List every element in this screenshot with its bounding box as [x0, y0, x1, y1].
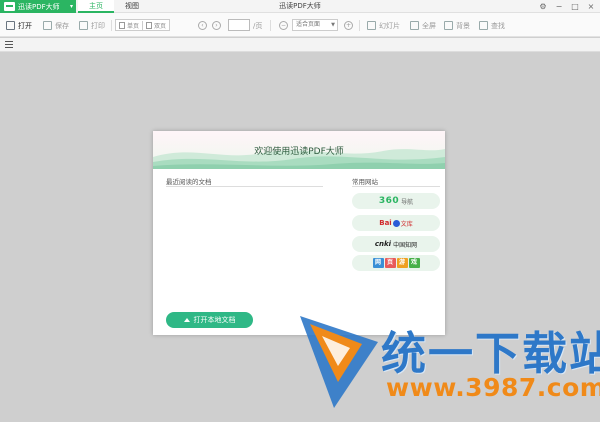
- watermark-url: www.3987.com: [386, 373, 600, 402]
- game-char: 戏: [408, 258, 420, 268]
- slideshow-icon: [367, 21, 376, 30]
- toolbar-divider: [359, 20, 360, 31]
- zoom-in-icon[interactable]: +: [344, 21, 353, 30]
- slideshow-button[interactable]: 幻灯片: [367, 19, 400, 32]
- fit-page-select[interactable]: 适合页面 ▼: [292, 19, 338, 31]
- open-button[interactable]: 打开: [6, 19, 32, 32]
- title-bar: 迅读PDF大师 ▾ 主页 视图 迅读PDF大师 ⚙ − □ ×: [0, 0, 600, 13]
- site-360-nav[interactable]: 360 导航: [352, 193, 440, 209]
- chevron-down-icon: ▼: [331, 22, 335, 28]
- tab-home[interactable]: 主页: [78, 0, 114, 13]
- site-360-brand: 360: [378, 196, 400, 206]
- page-number-input[interactable]: [228, 19, 250, 31]
- site-cnki-brand: cnki: [374, 240, 392, 248]
- toolbar-divider: [111, 20, 112, 31]
- fullscreen-icon: [410, 21, 419, 30]
- prev-page-icon[interactable]: ‹: [198, 21, 207, 30]
- slideshow-label: 幻灯片: [379, 21, 400, 30]
- fit-page-value: 适合页面: [296, 21, 321, 28]
- zoom-out-icon[interactable]: −: [279, 21, 288, 30]
- welcome-dialog: 欢迎使用迅读PDF大师 最近阅读的文档 常用网站 360 导航 Bai 文库 c…: [153, 131, 445, 335]
- open-local-label: 打开本地文档: [193, 316, 236, 324]
- open-local-document-button[interactable]: 打开本地文档: [166, 312, 253, 328]
- find-button[interactable]: 查找: [479, 19, 505, 32]
- save-icon: [43, 21, 52, 30]
- game-char: 游: [396, 258, 408, 268]
- folder-icon: [6, 21, 15, 30]
- sub-bar: [0, 38, 600, 52]
- watermark-logo-icon: [300, 316, 378, 408]
- caret-down-icon: ▾: [69, 3, 73, 10]
- background-label: 背景: [456, 21, 470, 30]
- divider: [352, 186, 440, 187]
- printer-icon: [79, 21, 88, 30]
- print-label: 打印: [91, 21, 105, 30]
- page-suffix: /页: [253, 21, 263, 30]
- app-logo-icon: [4, 2, 15, 11]
- divider: [166, 186, 323, 187]
- game-char: 页: [384, 258, 396, 268]
- double-page-icon: [146, 21, 153, 29]
- double-page-label: 双页: [154, 22, 167, 30]
- background-button[interactable]: 背景: [444, 19, 470, 32]
- settings-gear-icon[interactable]: ⚙: [537, 1, 549, 12]
- maximize-button[interactable]: □: [569, 1, 581, 12]
- next-page-icon[interactable]: ›: [212, 21, 221, 30]
- site-cnki-sub: 中国知网: [393, 241, 418, 249]
- find-label: 查找: [491, 21, 505, 30]
- single-page-icon: [119, 21, 125, 29]
- single-page-label: 单页: [127, 22, 140, 30]
- site-baidu-sub: 文库: [400, 220, 413, 228]
- page-mode-toggle: 单页 双页: [115, 19, 171, 31]
- toolbar-divider: [270, 20, 271, 31]
- fullscreen-label: 全屏: [422, 21, 436, 30]
- single-page-button[interactable]: 单页: [116, 21, 142, 30]
- site-web-games[interactable]: 网 页 游 戏: [352, 255, 440, 271]
- save-label: 保存: [55, 21, 69, 30]
- dialog-title: 欢迎使用迅读PDF大师: [254, 147, 344, 157]
- baidu-paw-icon: [392, 219, 400, 227]
- close-button[interactable]: ×: [585, 1, 597, 12]
- background-icon: [444, 21, 453, 30]
- tab-view[interactable]: 视图: [116, 0, 148, 13]
- print-button[interactable]: 打印: [79, 19, 105, 32]
- double-page-button[interactable]: 双页: [142, 20, 169, 30]
- game-char: 网: [372, 258, 384, 268]
- fullscreen-button[interactable]: 全屏: [410, 19, 436, 32]
- minimize-button[interactable]: −: [553, 1, 565, 12]
- open-label: 打开: [18, 21, 32, 30]
- app-menu-button[interactable]: 迅读PDF大师 ▾: [0, 0, 76, 13]
- sidebar-toggle-icon[interactable]: [5, 41, 13, 48]
- common-sites-title: 常用网站: [352, 178, 378, 186]
- site-baidu-brand: Bai: [379, 219, 392, 227]
- save-button[interactable]: 保存: [43, 19, 69, 32]
- search-icon: [479, 21, 488, 30]
- site-cnki[interactable]: cnki 中国知网: [352, 236, 440, 252]
- welcome-banner: 欢迎使用迅读PDF大师: [153, 131, 445, 169]
- site-360-sub: 导航: [401, 198, 414, 206]
- app-name: 迅读PDF大师: [18, 2, 60, 11]
- upload-arrow-icon: [183, 318, 190, 322]
- recent-documents-title: 最近阅读的文档: [166, 178, 212, 186]
- site-baidu-wenku[interactable]: Bai 文库: [352, 215, 440, 231]
